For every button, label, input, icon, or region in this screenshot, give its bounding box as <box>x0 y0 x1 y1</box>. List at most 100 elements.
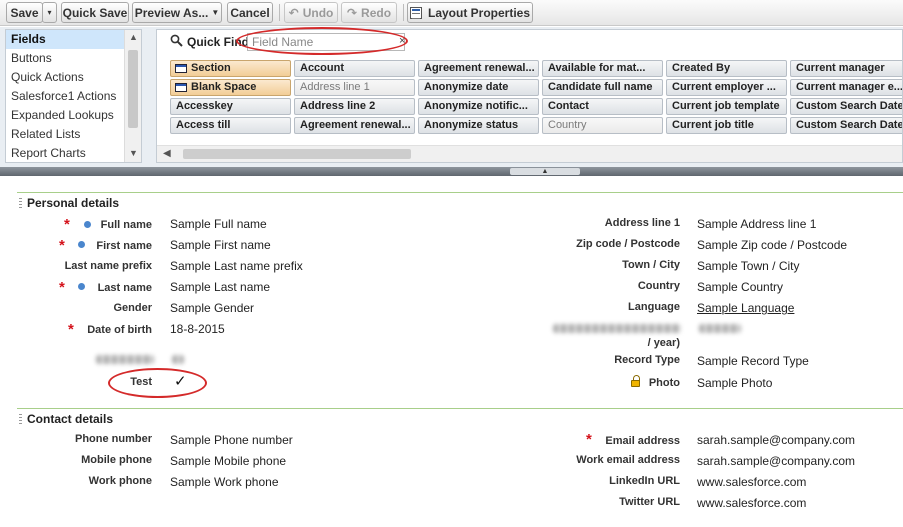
field-value-record-type[interactable]: Sample Record Type <box>697 354 809 368</box>
field-address-line-2[interactable]: Address line 2 <box>294 98 415 115</box>
field-accesskey[interactable]: Accesskey <box>170 98 291 115</box>
field-label-mobile-phone: Mobile phone <box>81 454 152 466</box>
cancel-button[interactable]: Cancel <box>227 2 273 23</box>
field-label-twitter-url: Twitter URL <box>619 496 680 508</box>
save-menu-button[interactable]: ▾ <box>42 2 57 23</box>
category-scrollbar[interactable]: ▲ ▼ <box>124 30 141 162</box>
section-title-contact-details[interactable]: Contact details <box>17 412 113 426</box>
field-label-year-suffix: / year) <box>647 337 680 349</box>
field-anonymize-notification[interactable]: Anonymize notific... <box>418 98 539 115</box>
quick-save-button[interactable]: Quick Save <box>61 2 129 23</box>
field-palette-scrollbar[interactable]: ◀ <box>157 145 902 162</box>
field-current-employer[interactable]: Current employer ... <box>666 79 787 96</box>
field-label-work-email-address: Work email address <box>576 454 680 466</box>
checkmark-icon[interactable]: ✓ <box>174 372 187 390</box>
field-label: Blank Space <box>191 81 257 93</box>
field-value-gender[interactable]: Sample Gender <box>170 301 254 315</box>
toolbar-divider <box>279 4 280 21</box>
category-related-lists[interactable]: Related Lists <box>6 125 124 144</box>
scroll-left-icon[interactable]: ◀ <box>163 148 171 159</box>
field-custom-search-date-2[interactable]: Custom Search Date 2 <box>790 117 902 134</box>
field-address-line-1[interactable]: Address line 1 <box>294 79 415 96</box>
chevron-down-icon: ▼ <box>211 8 220 17</box>
field-value-phone-number[interactable]: Sample Phone number <box>170 433 293 447</box>
field-value-zip-code[interactable]: Sample Zip code / Postcode <box>697 238 847 252</box>
layout-properties-icon <box>409 6 422 19</box>
field-account[interactable]: Account <box>294 60 415 77</box>
preview-as-button[interactable]: Preview As... ▼ <box>132 2 222 23</box>
field-label-test: Test <box>130 376 152 388</box>
field-access-till[interactable]: Access till <box>170 117 291 134</box>
lock-icon <box>631 375 640 387</box>
scroll-thumb[interactable] <box>183 149 411 159</box>
category-report-charts[interactable]: Report Charts <box>6 144 124 162</box>
field-value-mobile-phone[interactable]: Sample Mobile phone <box>170 454 286 468</box>
field-current-job-template[interactable]: Current job template <box>666 98 787 115</box>
field-available-for-match[interactable]: Available for mat... <box>542 60 663 77</box>
save-button[interactable]: Save <box>6 2 43 23</box>
highlight-annotation <box>108 368 207 398</box>
field-value-first-name[interactable]: Sample First name <box>170 238 271 252</box>
field-anonymize-status[interactable]: Anonymize status <box>418 117 539 134</box>
field-candidate-full-name[interactable]: Candidate full name <box>542 79 663 96</box>
field-value-town-city[interactable]: Sample Town / City <box>697 259 800 273</box>
palette: Fields Buttons Quick Actions Salesforce1… <box>0 27 903 167</box>
field-value-date-of-birth[interactable]: 18-8-2015 <box>170 322 225 336</box>
splitter-handle[interactable]: ▲ <box>510 168 580 175</box>
scroll-up-icon[interactable]: ▲ <box>129 32 138 42</box>
field-value-twitter-url[interactable]: www.salesforce.com <box>697 496 806 510</box>
quick-find-label: Quick Find <box>187 35 250 49</box>
field-value-full-name[interactable]: Sample Full name <box>170 217 267 231</box>
quick-find-input[interactable] <box>247 33 405 51</box>
info-dot-icon <box>78 283 85 290</box>
palette-splitter[interactable]: ▲ <box>0 167 903 176</box>
field-value-email-address[interactable]: sarah.sample@company.com <box>697 433 855 447</box>
preview-as-label: Preview As... <box>134 5 209 20</box>
field-value-last-name[interactable]: Sample Last name <box>170 280 270 294</box>
category-buttons[interactable]: Buttons <box>6 49 124 68</box>
chevron-down-icon: ▾ <box>47 8 52 17</box>
field-current-job-title[interactable]: Current job title <box>666 117 787 134</box>
field-value-linkedin-url[interactable]: www.salesforce.com <box>697 475 806 489</box>
field-agreement-renewal[interactable]: Agreement renewal... <box>418 60 539 77</box>
field-label-last-name-prefix: Last name prefix <box>64 260 152 272</box>
field-value-photo[interactable]: Sample Photo <box>697 376 772 390</box>
field-value-language[interactable]: Sample Language <box>697 301 794 315</box>
field-value-work-email-address[interactable]: sarah.sample@company.com <box>697 454 855 468</box>
field-label-country: Country <box>637 280 680 292</box>
field-created-by[interactable]: Created By <box>666 60 787 77</box>
field-contact[interactable]: Contact <box>542 98 663 115</box>
layout-properties-label: Layout Properties <box>427 5 531 20</box>
field-custom-search-date-1[interactable]: Custom Search Date 1 <box>790 98 902 115</box>
field-blank-space[interactable]: Blank Space <box>170 79 291 96</box>
layout-properties-button[interactable]: Layout Properties <box>407 2 533 23</box>
category-fields[interactable]: Fields <box>6 30 124 49</box>
redo-button[interactable]: ↷ Redo <box>341 2 397 23</box>
field-value-last-name-prefix[interactable]: Sample Last name prefix <box>170 259 303 273</box>
field-country[interactable]: Country <box>542 117 663 134</box>
field-label-address-line-1: Address line 1 <box>604 217 680 229</box>
category-salesforce1-actions[interactable]: Salesforce1 Actions <box>6 87 124 106</box>
field-current-manager[interactable]: Current manager <box>790 60 902 77</box>
category-quick-actions[interactable]: Quick Actions <box>6 68 124 87</box>
field-anonymize-date[interactable]: Anonymize date <box>418 79 539 96</box>
field-label-zip-code: Zip code / Postcode <box>576 238 680 250</box>
scroll-down-icon[interactable]: ▼ <box>129 148 138 158</box>
toolbar: Save ▾ Quick Save Preview As... ▼ Cancel… <box>0 0 903 26</box>
scroll-thumb[interactable] <box>128 50 138 128</box>
required-indicator: * <box>59 237 65 254</box>
undo-button[interactable]: ↶ Undo <box>284 2 338 23</box>
section-title-personal-details[interactable]: Personal details <box>17 196 119 210</box>
field-section[interactable]: Section <box>170 60 291 77</box>
field-value-address-line-1[interactable]: Sample Address line 1 <box>697 217 816 231</box>
field-current-manager-email[interactable]: Current manager e... <box>790 79 902 96</box>
field-value-country[interactable]: Sample Country <box>697 280 783 294</box>
field-label-phone-number: Phone number <box>74 433 152 445</box>
clear-icon[interactable]: × <box>399 35 405 47</box>
category-expanded-lookups[interactable]: Expanded Lookups <box>6 106 124 125</box>
redacted-label <box>553 324 681 333</box>
field-label-town-city: Town / City <box>622 259 680 271</box>
undo-label: Undo <box>302 5 334 20</box>
field-agreement-renewal-2[interactable]: Agreement renewal... <box>294 117 415 134</box>
field-value-work-phone[interactable]: Sample Work phone <box>170 475 279 489</box>
